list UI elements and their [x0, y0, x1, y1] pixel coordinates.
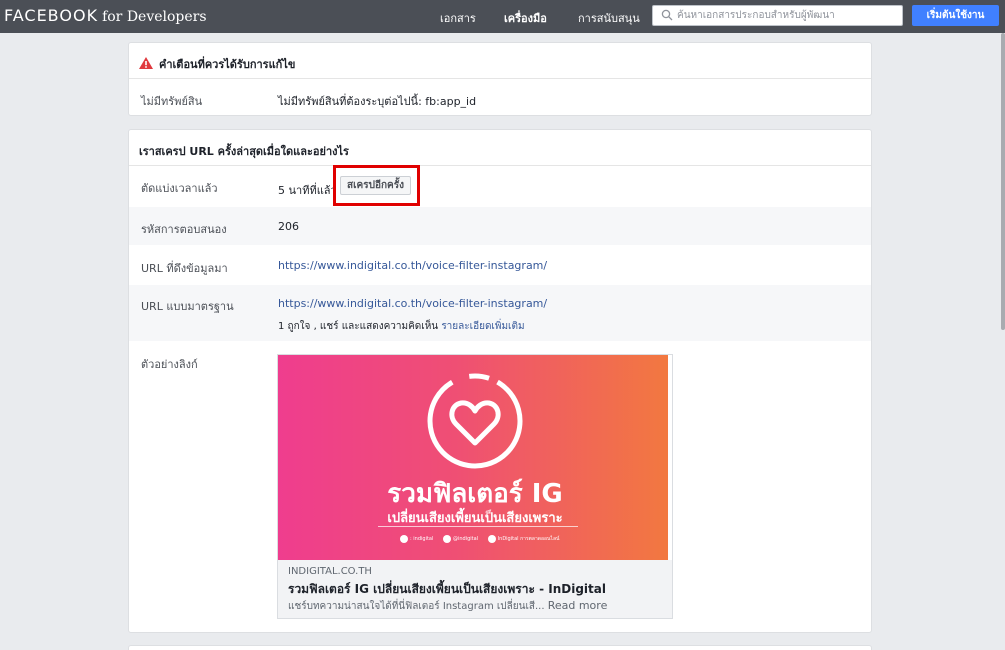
response-code-row: รหัสการตอบสนอง 206: [129, 207, 871, 245]
facebook-icon: [487, 535, 496, 543]
preview-subheadline: เปลี่ยนเสียงเพี้ยนเป็นเสียงเพราะ: [387, 511, 563, 526]
missing-property-label: ไม่มีทรัพย์สิน: [141, 95, 203, 108]
warning-row: ไม่มีทรัพย์สิน ไม่มีทรัพย์สินที่ต้องระบุ…: [129, 80, 871, 116]
preview-domain: INDIGITAL.CO.TH: [288, 566, 372, 577]
scrape-header: เราสเครป URL ครั้งล่าสุดเมื่อใดและอย่างไ…: [129, 130, 871, 166]
social-line: @indigital: [452, 536, 479, 542]
nav-docs[interactable]: เอกสาร: [440, 9, 476, 27]
time-scraped-label: ตัดแบ่งเวลาแล้ว: [141, 182, 218, 195]
time-scraped-value: 5 นาทีที่แล้ว: [278, 184, 337, 197]
fetched-url-label: URL ที่ดึงข้อมูลมา: [141, 262, 228, 275]
canonical-url-link[interactable]: https://www.indigital.co.th/voice-filter…: [278, 297, 547, 310]
warnings-card: คำเตือนที่ควรได้รับการแก้ไข ไม่มีทรัพย์ส…: [128, 42, 872, 116]
missing-property-value: ไม่มีทรัพย์สินที่ต้องระบุต่อไปนี้: fb:ap…: [278, 95, 477, 108]
more-details-link[interactable]: รายละเอียดเพิ่มเติม: [441, 321, 524, 332]
link-preview-card[interactable]: รวมฟิลเตอร์ IG เปลี่ยนเสียงเพี้ยนเป็นเสี…: [277, 354, 673, 619]
warnings-title: คำเตือนที่ควรได้รับการแก้ไข: [159, 58, 296, 71]
nav-support[interactable]: การสนับสนุน: [578, 9, 640, 27]
read-more-link[interactable]: Read more: [548, 599, 608, 612]
link-preview-label: ตัวอย่างลิงก์: [141, 358, 198, 371]
preview-socials: : indigital @indigital InDigital การตลาด…: [400, 535, 567, 547]
heart-icon: [427, 373, 523, 469]
preview-divider: [378, 526, 578, 527]
social-instagram: : indigital: [410, 536, 434, 542]
preview-title: รวมฟิลเตอร์ IG เปลี่ยนเสียงเพี้ยนเป็นเสี…: [288, 582, 606, 596]
warning-icon: [139, 57, 153, 69]
line-icon: [442, 535, 451, 543]
scrollbar-thumb[interactable]: [1001, 33, 1005, 330]
brand-logo[interactable]: FACEBOOK for Developers: [4, 6, 207, 25]
next-card: [128, 645, 872, 650]
search-icon: [661, 9, 673, 21]
preview-image: รวมฟิลเตอร์ IG เปลี่ยนเสียงเพี้ยนเป็นเสี…: [278, 355, 672, 560]
time-scraped-row: ตัดแบ่งเวลาแล้ว 5 นาทีที่แล้ว: [129, 167, 871, 207]
instagram-icon: [400, 535, 408, 543]
engagement-summary: 1 ถูกใจ , แชร์ และแสดงความคิดเห็น รายละเ…: [278, 319, 525, 334]
rescrape-button[interactable]: สเครปอีกครั้ง: [340, 176, 411, 195]
preview-description-text: แชร์บทความน่าสนใจได้ที่นี่ฟิลเตอร์ Insta…: [288, 601, 545, 612]
fetched-url-row: URL ที่ดึงข้อมูลมา https://www.indigital…: [129, 245, 871, 285]
response-code-value: 206: [278, 220, 299, 233]
brand-main: FACEBOOK: [4, 6, 99, 25]
search-box[interactable]: [652, 5, 903, 26]
brand-sub: for Developers: [102, 9, 207, 25]
response-code-label: รหัสการตอบสนอง: [141, 223, 227, 236]
canonical-url-row: URL แบบมาตรฐาน https://www.indigital.co.…: [129, 285, 871, 341]
nav-tools[interactable]: เครื่องมือ: [504, 9, 547, 27]
engagement-text: 1 ถูกใจ , แชร์ และแสดงความคิดเห็น: [278, 321, 439, 332]
top-navigation-bar: FACEBOOK for Developers เอกสาร เครื่องมือ…: [0, 0, 1005, 33]
fetched-url-link[interactable]: https://www.indigital.co.th/voice-filter…: [278, 259, 547, 272]
canonical-url-label: URL แบบมาตรฐาน: [141, 300, 234, 313]
warnings-header: คำเตือนที่ควรได้รับการแก้ไข: [129, 43, 871, 79]
preview-image-edge: [668, 355, 672, 560]
search-input[interactable]: [677, 8, 897, 23]
get-started-button[interactable]: เริ่มต้นใช้งาน: [912, 5, 999, 26]
preview-description: แชร์บทความน่าสนใจได้ที่นี่ฟิลเตอร์ Insta…: [288, 599, 607, 614]
scrape-title: เราสเครป URL ครั้งล่าสุดเมื่อใดและอย่างไ…: [139, 145, 349, 158]
social-facebook: InDigital การตลาดออนไลน์: [497, 536, 560, 542]
